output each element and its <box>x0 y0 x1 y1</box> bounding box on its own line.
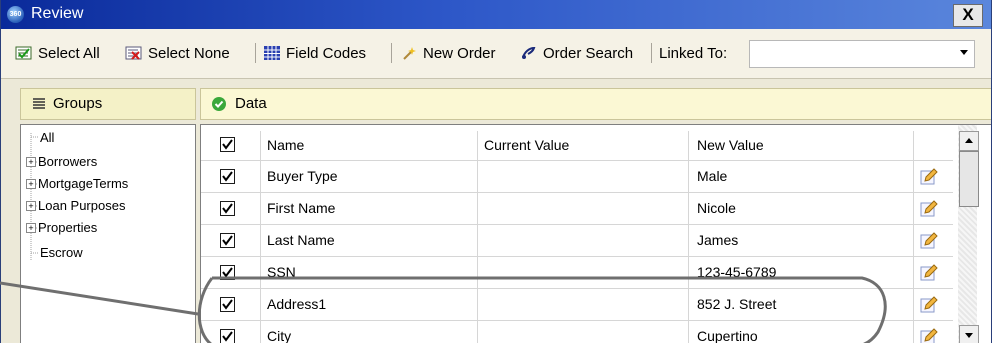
table-row[interactable]: SSN 123-45-6789 <box>201 257 953 289</box>
toolbar-separator <box>255 43 256 63</box>
arrow-down-icon <box>965 333 973 338</box>
review-window: 360 Review X Select All Select None Fiel… <box>0 0 992 343</box>
window-title: Review <box>31 5 84 22</box>
table-row[interactable]: Last Name James <box>201 225 953 257</box>
cell-name: City <box>261 321 478 343</box>
groups-tree: All + Borrowers + MortgageTerms + Loan P… <box>20 124 196 343</box>
tree-item-properties[interactable]: + Properties <box>26 219 97 236</box>
groups-list-icon <box>32 97 46 114</box>
grid-header-row: Name Current Value New Value <box>201 131 953 162</box>
cell-new-value[interactable]: Cupertino <box>689 321 914 343</box>
column-header-new-value[interactable]: New Value <box>689 131 914 162</box>
edit-pencil-icon[interactable] <box>920 200 938 217</box>
row-checkbox[interactable] <box>220 233 235 248</box>
tree-item-all[interactable]: All <box>40 129 54 146</box>
field-codes-button[interactable]: Field Codes <box>263 42 366 64</box>
toolbar-separator <box>391 43 392 63</box>
scrollbar-thumb[interactable] <box>959 151 979 207</box>
linked-to-dropdown[interactable] <box>749 40 975 68</box>
new-order-label: New Order <box>423 44 496 62</box>
select-all-button[interactable]: Select All <box>15 42 100 64</box>
cell-name: Last Name <box>261 225 478 256</box>
header-check-cell <box>201 131 261 162</box>
table-row[interactable]: Buyer Type Male <box>201 161 953 193</box>
select-all-checkbox[interactable] <box>220 137 235 152</box>
data-header-label: Data <box>235 95 267 112</box>
table-row[interactable]: First Name Nicole <box>201 193 953 225</box>
checkmark-icon <box>222 203 233 214</box>
data-grid: Name Current Value New Value Buyer Type … <box>200 124 991 343</box>
cell-new-value[interactable]: James <box>689 225 914 256</box>
data-check-circle-icon <box>211 96 227 116</box>
edit-pencil-icon[interactable] <box>920 168 938 185</box>
cell-name: SSN <box>261 257 478 288</box>
checkmark-icon <box>222 331 233 342</box>
checkmark-icon <box>222 171 233 182</box>
tree-item-loan-purposes[interactable]: + Loan Purposes <box>26 197 125 214</box>
checkmark-icon <box>222 299 233 310</box>
field-codes-label: Field Codes <box>286 44 367 62</box>
linked-to-label: Linked To: <box>659 44 728 62</box>
tree-item-mortgage-terms[interactable]: + MortgageTerms <box>26 175 128 192</box>
scroll-down-button[interactable] <box>959 325 979 343</box>
edit-pencil-icon[interactable] <box>920 296 938 313</box>
select-none-label: Select None <box>148 44 230 62</box>
cell-current-value[interactable] <box>478 321 689 343</box>
column-header-name[interactable]: Name <box>261 131 478 162</box>
select-all-icon <box>15 45 33 61</box>
tree-item-borrowers[interactable]: + Borrowers <box>26 153 97 170</box>
close-button[interactable]: X <box>953 4 983 27</box>
checkmark-icon <box>222 139 233 150</box>
cell-current-value[interactable] <box>478 289 689 320</box>
cell-new-value[interactable]: Male <box>689 161 914 192</box>
edit-pencil-icon[interactable] <box>920 232 938 249</box>
select-all-label: Select All <box>38 44 100 62</box>
select-none-button[interactable]: Select None <box>125 42 230 64</box>
cell-name: First Name <box>261 193 478 224</box>
cell-current-value[interactable] <box>478 193 689 224</box>
cell-new-value[interactable]: 123-45-6789 <box>689 257 914 288</box>
edit-pencil-icon[interactable] <box>920 328 938 343</box>
column-header-current-value[interactable]: Current Value <box>478 131 689 162</box>
table-row[interactable]: City Cupertino <box>201 321 953 343</box>
app-360-icon: 360 <box>7 6 24 23</box>
new-order-button[interactable]: New Order <box>400 42 496 64</box>
cell-name: Address1 <box>261 289 478 320</box>
row-checkbox[interactable] <box>220 169 235 184</box>
toolbar: Select All Select None Field Codes New O… <box>1 29 991 79</box>
toolbar-separator <box>651 43 652 63</box>
order-search-icon <box>520 45 538 61</box>
order-search-button[interactable]: Order Search <box>520 42 633 64</box>
cell-current-value[interactable] <box>478 225 689 256</box>
row-checkbox[interactable] <box>220 297 235 312</box>
expand-plus-icon[interactable]: + <box>26 200 36 211</box>
chevron-down-icon <box>960 50 968 55</box>
field-codes-grid-icon <box>263 45 281 61</box>
tree-item-escrow[interactable]: Escrow <box>40 244 83 261</box>
groups-header-label: Groups <box>53 95 103 112</box>
row-checkbox[interactable] <box>220 265 235 280</box>
scroll-up-button[interactable] <box>959 131 979 151</box>
checkmark-icon <box>222 235 233 246</box>
expand-plus-icon[interactable]: + <box>26 156 36 167</box>
order-search-label: Order Search <box>543 44 634 62</box>
cell-new-value[interactable]: Nicole <box>689 193 914 224</box>
cell-new-value[interactable]: 852 J. Street <box>689 289 914 320</box>
row-checkbox[interactable] <box>220 201 235 216</box>
cell-current-value[interactable] <box>478 257 689 288</box>
cell-current-value[interactable] <box>478 161 689 192</box>
edit-pencil-icon[interactable] <box>920 264 938 281</box>
new-order-sparkle-icon <box>400 45 418 61</box>
checkmark-icon <box>222 267 233 278</box>
expand-plus-icon[interactable]: + <box>26 222 36 233</box>
groups-header: Groups <box>20 88 196 120</box>
title-bar: 360 Review X <box>1 0 991 29</box>
arrow-up-icon <box>965 138 973 143</box>
cell-name: Buyer Type <box>261 161 478 192</box>
select-none-icon <box>125 45 143 61</box>
data-header: Data <box>200 88 991 120</box>
table-row[interactable]: Address1 852 J. Street <box>201 289 953 321</box>
expand-plus-icon[interactable]: + <box>26 178 36 189</box>
row-checkbox[interactable] <box>220 329 235 343</box>
